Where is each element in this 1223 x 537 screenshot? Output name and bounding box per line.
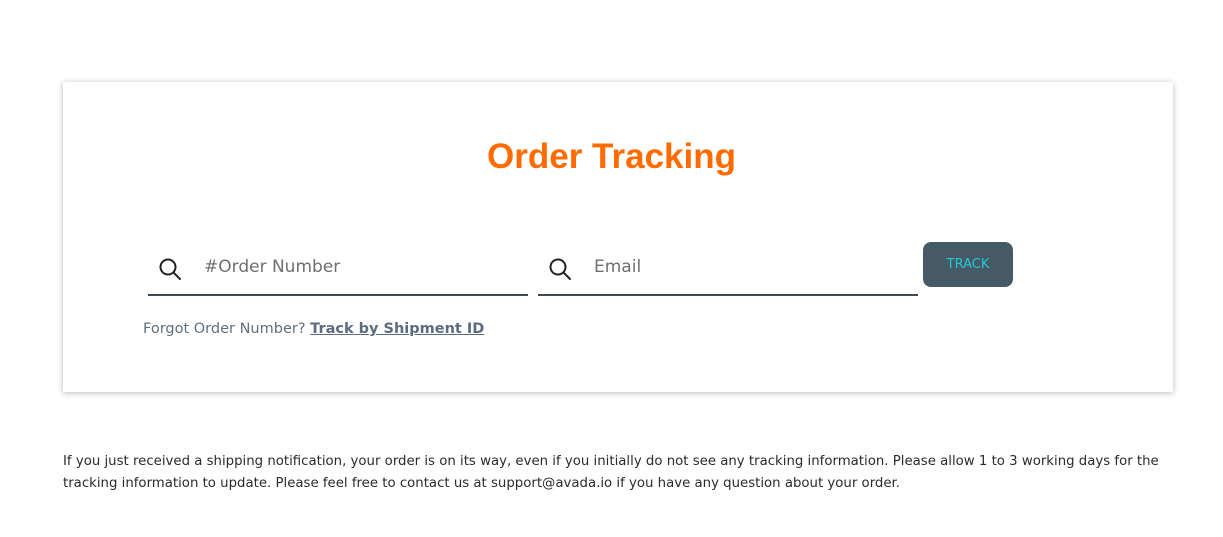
search-icon bbox=[549, 258, 571, 280]
page-title: Order Tracking bbox=[487, 137, 736, 176]
order-tracking-card bbox=[63, 82, 1173, 392]
email-input[interactable] bbox=[594, 252, 894, 282]
forgot-order-number-text: Forgot Order Number? bbox=[143, 321, 311, 337]
search-icon bbox=[159, 258, 181, 280]
track-button[interactable]: TRACK bbox=[923, 242, 1013, 287]
track-by-shipment-link[interactable]: Track by Shipment ID bbox=[310, 321, 484, 337]
forgot-order-number: Forgot Order Number? Track by Shipment I… bbox=[143, 319, 484, 339]
page: Order Tracking TRACK Forgot Order Number… bbox=[0, 0, 1223, 537]
order-number-field[interactable] bbox=[148, 242, 528, 296]
email-field[interactable] bbox=[538, 242, 918, 296]
tracking-info-note: If you just received a shipping notifica… bbox=[63, 454, 1159, 491]
order-number-input[interactable] bbox=[204, 252, 504, 282]
